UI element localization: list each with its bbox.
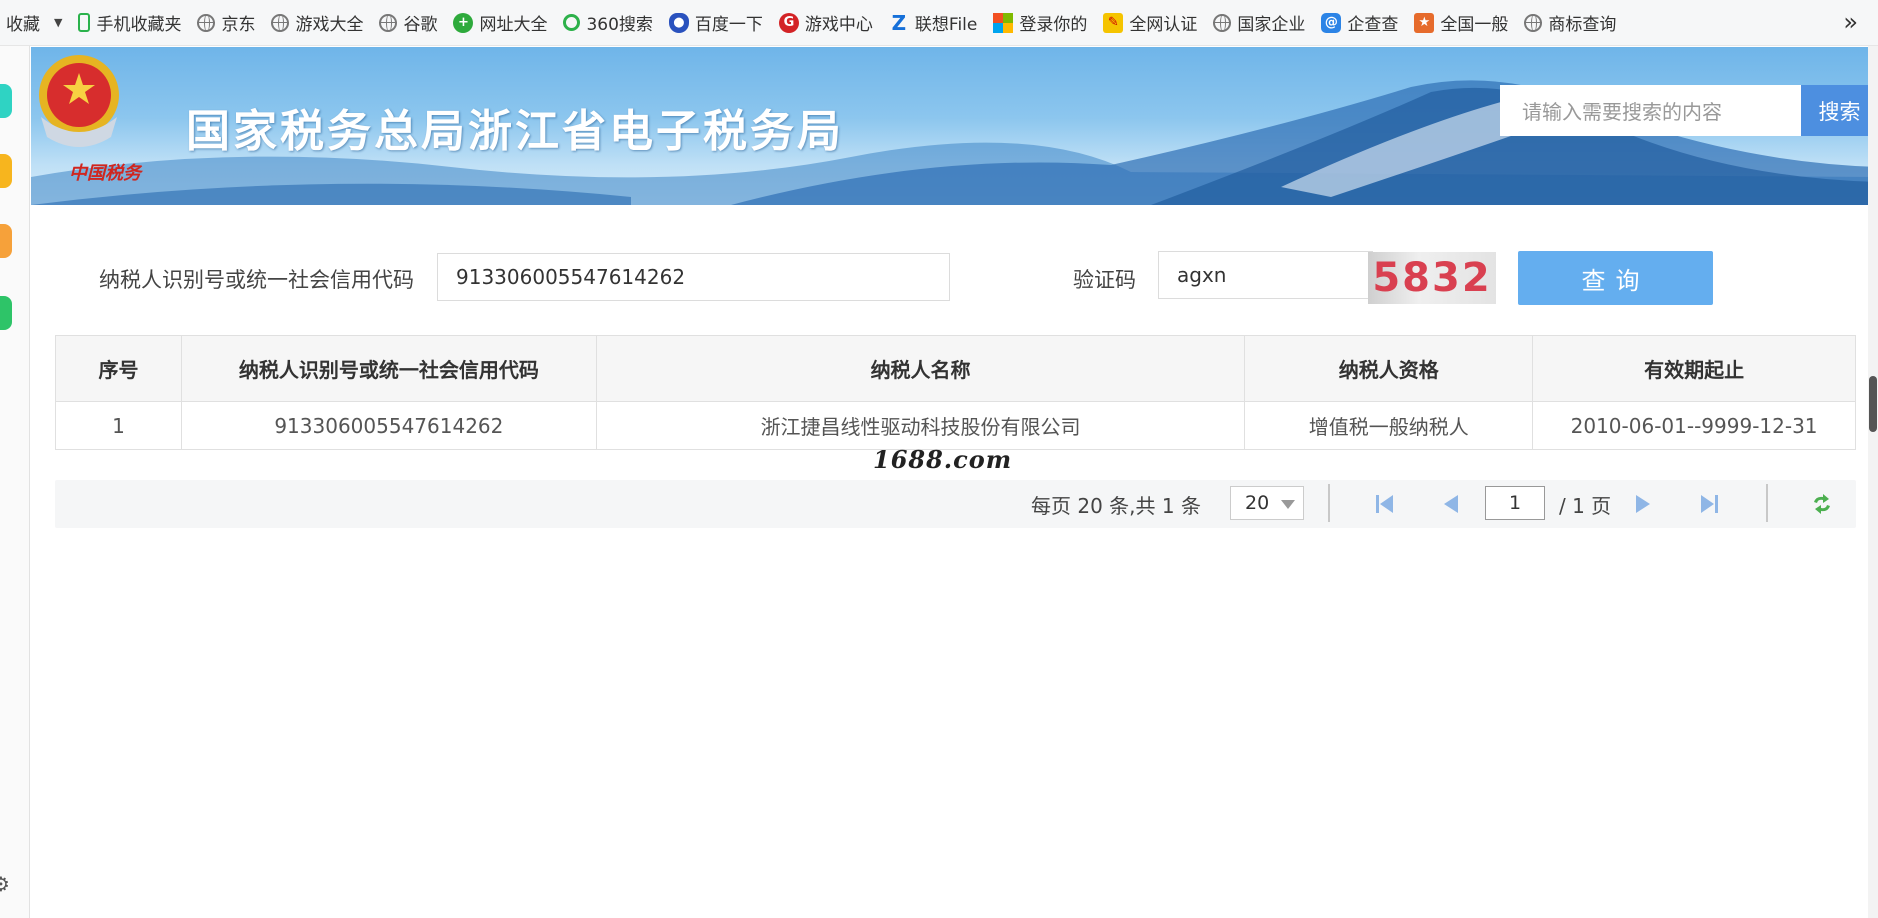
- favorites-label: 收藏: [6, 15, 40, 35]
- table-cell: 增值税一般纳税人: [1244, 401, 1534, 450]
- chevron-down-icon: [1281, 500, 1295, 509]
- divider: [1766, 484, 1768, 522]
- bookmark-item[interactable]: 京东: [197, 10, 255, 35]
- query-button[interactable]: 查询: [1518, 251, 1713, 305]
- globe-icon: [379, 13, 398, 32]
- column-header: 有效期起止: [1532, 335, 1856, 402]
- bookmark-item[interactable]: + 网址大全: [453, 10, 547, 35]
- bookmark-item[interactable]: 游戏大全: [271, 10, 363, 35]
- site-search-input[interactable]: 请输入需要搜索的内容: [1500, 85, 1801, 136]
- bookmark-item[interactable]: ● 百度一下: [668, 10, 763, 35]
- more-bookmarks-icon[interactable]: »: [1843, 8, 1858, 36]
- page-size-select[interactable]: 20: [1230, 486, 1304, 520]
- bookmark-label: 360搜索: [586, 15, 653, 35]
- bookmark-item[interactable]: 手机收藏夹: [78, 10, 181, 35]
- bookmark-item[interactable]: G 游戏中心: [778, 10, 873, 35]
- table-row[interactable]: 1 913306005547614262 浙江捷昌线性驱动科技股份有限公司 增值…: [55, 401, 1856, 450]
- page-number-input[interactable]: 1: [1485, 486, 1545, 520]
- bookmark-label: 百度一下: [694, 15, 763, 35]
- first-page-icon[interactable]: [1373, 492, 1397, 516]
- page-size-value: 20: [1245, 492, 1270, 514]
- bookmark-item[interactable]: 商标查询: [1524, 10, 1616, 35]
- bookmark-item[interactable]: @ 企查查: [1321, 10, 1398, 35]
- taxpayer-id-input[interactable]: 913306005547614262: [437, 253, 950, 301]
- table-header-row: 序号 纳税人识别号或统一社会信用代码 纳税人名称 纳税人资格 有效期起止: [55, 335, 1856, 402]
- chevron-down-icon: ▼: [54, 16, 63, 29]
- favorites-menu[interactable]: 收藏 ▼: [0, 10, 62, 35]
- bookmark-label: 游戏大全: [295, 15, 364, 35]
- prev-page-icon[interactable]: [1439, 492, 1463, 516]
- bookmark-item[interactable]: 360搜索: [563, 10, 653, 35]
- bookmark-item[interactable]: 国家企业: [1213, 10, 1305, 35]
- gear-icon[interactable]: ⚙: [0, 872, 10, 896]
- plus-circle-icon: +: [453, 12, 474, 33]
- left-sidebar: ⚙: [0, 46, 30, 918]
- bookmark-label: 手机收藏夹: [96, 15, 182, 35]
- globe-icon: [1524, 13, 1543, 32]
- pen-icon: ✎: [1103, 12, 1124, 33]
- watermark: 1688.com: [873, 445, 1013, 474]
- bookmark-item[interactable]: 谷歌: [379, 10, 437, 35]
- divider: [1328, 484, 1330, 522]
- bookmark-label: 全网认证: [1129, 15, 1198, 35]
- next-page-icon[interactable]: [1631, 492, 1655, 516]
- sidebar-star-icon[interactable]: [0, 154, 12, 188]
- table-cell: 1: [55, 401, 182, 450]
- bookmark-label: 全国一般: [1440, 15, 1509, 35]
- bookmark-item[interactable]: ✎ 全网认证: [1103, 10, 1197, 35]
- bookmark-item[interactable]: ★ 全国一般: [1414, 10, 1508, 35]
- paw-icon: ●: [668, 12, 689, 33]
- stamp-icon: ★: [1414, 12, 1435, 33]
- bookmark-label: 国家企业: [1237, 15, 1306, 35]
- last-page-icon[interactable]: [1697, 492, 1721, 516]
- pagination-bar: 每页 20 条,共 1 条 20 1 / 1 页: [55, 480, 1856, 528]
- total-pages: / 1 页: [1559, 494, 1612, 518]
- globe-icon: [1213, 13, 1232, 32]
- table-cell: 913306005547614262: [180, 401, 597, 450]
- captcha-image[interactable]: 5832: [1368, 252, 1496, 304]
- at-icon: @: [1321, 12, 1342, 33]
- globe-icon: [271, 13, 290, 32]
- ring-icon: [563, 14, 581, 31]
- sidebar-weibo-icon[interactable]: [0, 224, 12, 258]
- globe-icon: [197, 13, 216, 32]
- table-cell: 2010-06-01--9999-12-31: [1532, 401, 1856, 450]
- refresh-icon[interactable]: [1810, 492, 1834, 516]
- bookmark-label: 登录你的: [1019, 15, 1088, 35]
- site-search-button[interactable]: 搜索: [1801, 85, 1878, 136]
- bookmark-item[interactable]: Z 联想File: [889, 10, 978, 36]
- column-header: 纳税人名称: [595, 335, 1246, 402]
- bookmark-label: 京东: [221, 15, 256, 35]
- site-title: 国家税务总局浙江省电子税务局: [186, 106, 844, 157]
- bookmark-label: 游戏中心: [804, 15, 873, 35]
- sidebar-chat-icon[interactable]: [0, 296, 12, 330]
- bookmark-label: 谷歌: [403, 15, 438, 35]
- taxpayer-id-label: 纳税人识别号或统一社会信用代码: [99, 268, 414, 292]
- column-header: 纳税人资格: [1244, 335, 1534, 402]
- tax-emblem-icon: [39, 55, 119, 147]
- pagination-summary: 每页 20 条,共 1 条: [1031, 494, 1201, 518]
- captcha-label: 验证码: [1073, 268, 1136, 292]
- bookmark-label: 企查查: [1347, 15, 1399, 35]
- page-scrollbar[interactable]: [1868, 46, 1878, 918]
- column-header: 纳税人识别号或统一社会信用代码: [180, 335, 597, 402]
- game-icon: G: [778, 12, 799, 33]
- phone-icon: [78, 13, 91, 32]
- emblem-script: 中国税务: [69, 163, 141, 184]
- column-header: 序号: [55, 335, 182, 402]
- bookmarks-bar: 收藏 ▼ 手机收藏夹 京东 游戏大全 谷歌 + 网址大全 360搜索 ● 百度一下 …: [0, 0, 1878, 46]
- results-table: 序号 纳税人识别号或统一社会信用代码 纳税人名称 纳税人资格 有效期起止 1 9…: [55, 335, 1856, 450]
- sidebar-app-icon[interactable]: [0, 84, 12, 118]
- z-icon: Z: [891, 10, 907, 35]
- scrollbar-thumb[interactable]: [1869, 376, 1877, 432]
- captcha-input[interactable]: agxn: [1158, 251, 1373, 299]
- bookmark-label: 联想File: [914, 15, 978, 35]
- microsoft-icon: [993, 12, 1014, 33]
- table-cell: 浙江捷昌线性驱动科技股份有限公司: [595, 401, 1246, 450]
- bookmark-item[interactable]: 登录你的: [993, 10, 1087, 35]
- bookmark-label: 商标查询: [1548, 15, 1617, 35]
- bookmark-label: 网址大全: [479, 15, 548, 35]
